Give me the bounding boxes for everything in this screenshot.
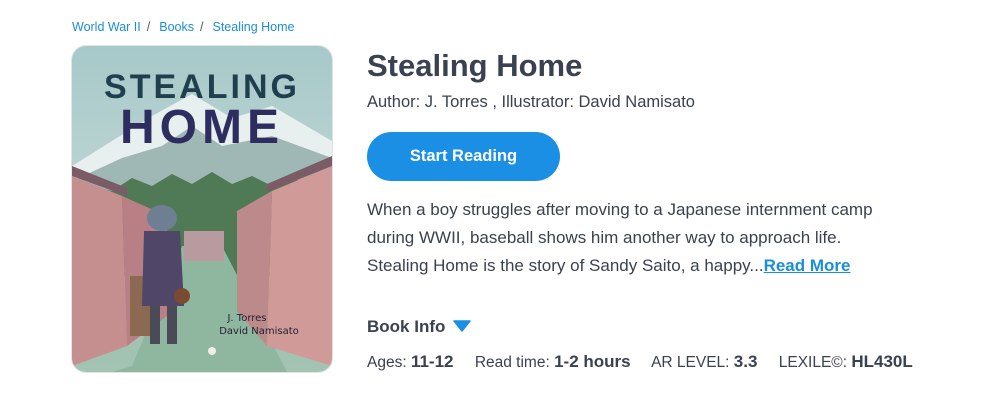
lexile-value: HL430L [851,352,913,371]
read-more-link[interactable]: Read More [764,256,851,275]
description-excerpt-text: Stealing Home is the story of Sandy Sait… [367,256,764,275]
breadcrumb-world-war-ii[interactable]: World War II [72,20,141,34]
book-info-label: Book Info [367,317,446,336]
start-reading-button[interactable]: Start Reading [367,132,560,181]
ar-level-value: 3.3 [733,352,758,371]
ages-info: Ages: 11-12 [367,352,454,371]
book-metadata: Ages: 11-12 Read time: 1-2 hours AR LEVE… [367,352,930,372]
breadcrumb-separator: / [200,20,204,34]
breadcrumb-stealing-home[interactable]: Stealing Home [212,20,294,34]
ar-level-label: AR LEVEL: [651,354,730,371]
book-info-toggle[interactable]: Book Info [367,317,472,337]
book-details: Stealing Home Author: J. Torres , Illust… [367,48,967,371]
book-authors: Author: J. Torres , Illustrator: David N… [367,93,695,111]
cover-illustrator-name: David Namisato [219,326,299,337]
cover-author-name: J. Torres [226,313,266,324]
ages-value: 11-12 [410,352,454,371]
read-time-info: Read time: 1-2 hours [474,352,631,371]
book-description: When a boy struggles after moving to a J… [367,196,907,280]
book-cover[interactable]: STEALING HOME J. Torres David Namisato [72,46,332,372]
cover-title-line2: HOME [120,101,284,154]
lexile-label: LEXILE©: [778,354,848,371]
breadcrumb: World War II / Books / Stealing Home [72,20,294,34]
ar-level-info: AR LEVEL: 3.3 [651,352,758,371]
description-excerpt: Stealing Home is the story of Sandy Sait… [367,252,907,280]
caret-down-icon [453,317,472,337]
lexile-info: LEXILE©: HL430L [778,352,913,371]
read-time-value: 1-2 hours [554,352,631,371]
read-time-label: Read time: [474,354,550,371]
description-summary: When a boy struggles after moving to a J… [367,200,873,247]
book-title: Stealing Home [367,48,583,83]
book-cover-illustration: STEALING HOME J. Torres David Namisato [72,46,332,372]
ages-label: Ages: [367,354,407,371]
breadcrumb-books[interactable]: Books [159,20,194,34]
breadcrumb-separator: / [146,20,151,34]
